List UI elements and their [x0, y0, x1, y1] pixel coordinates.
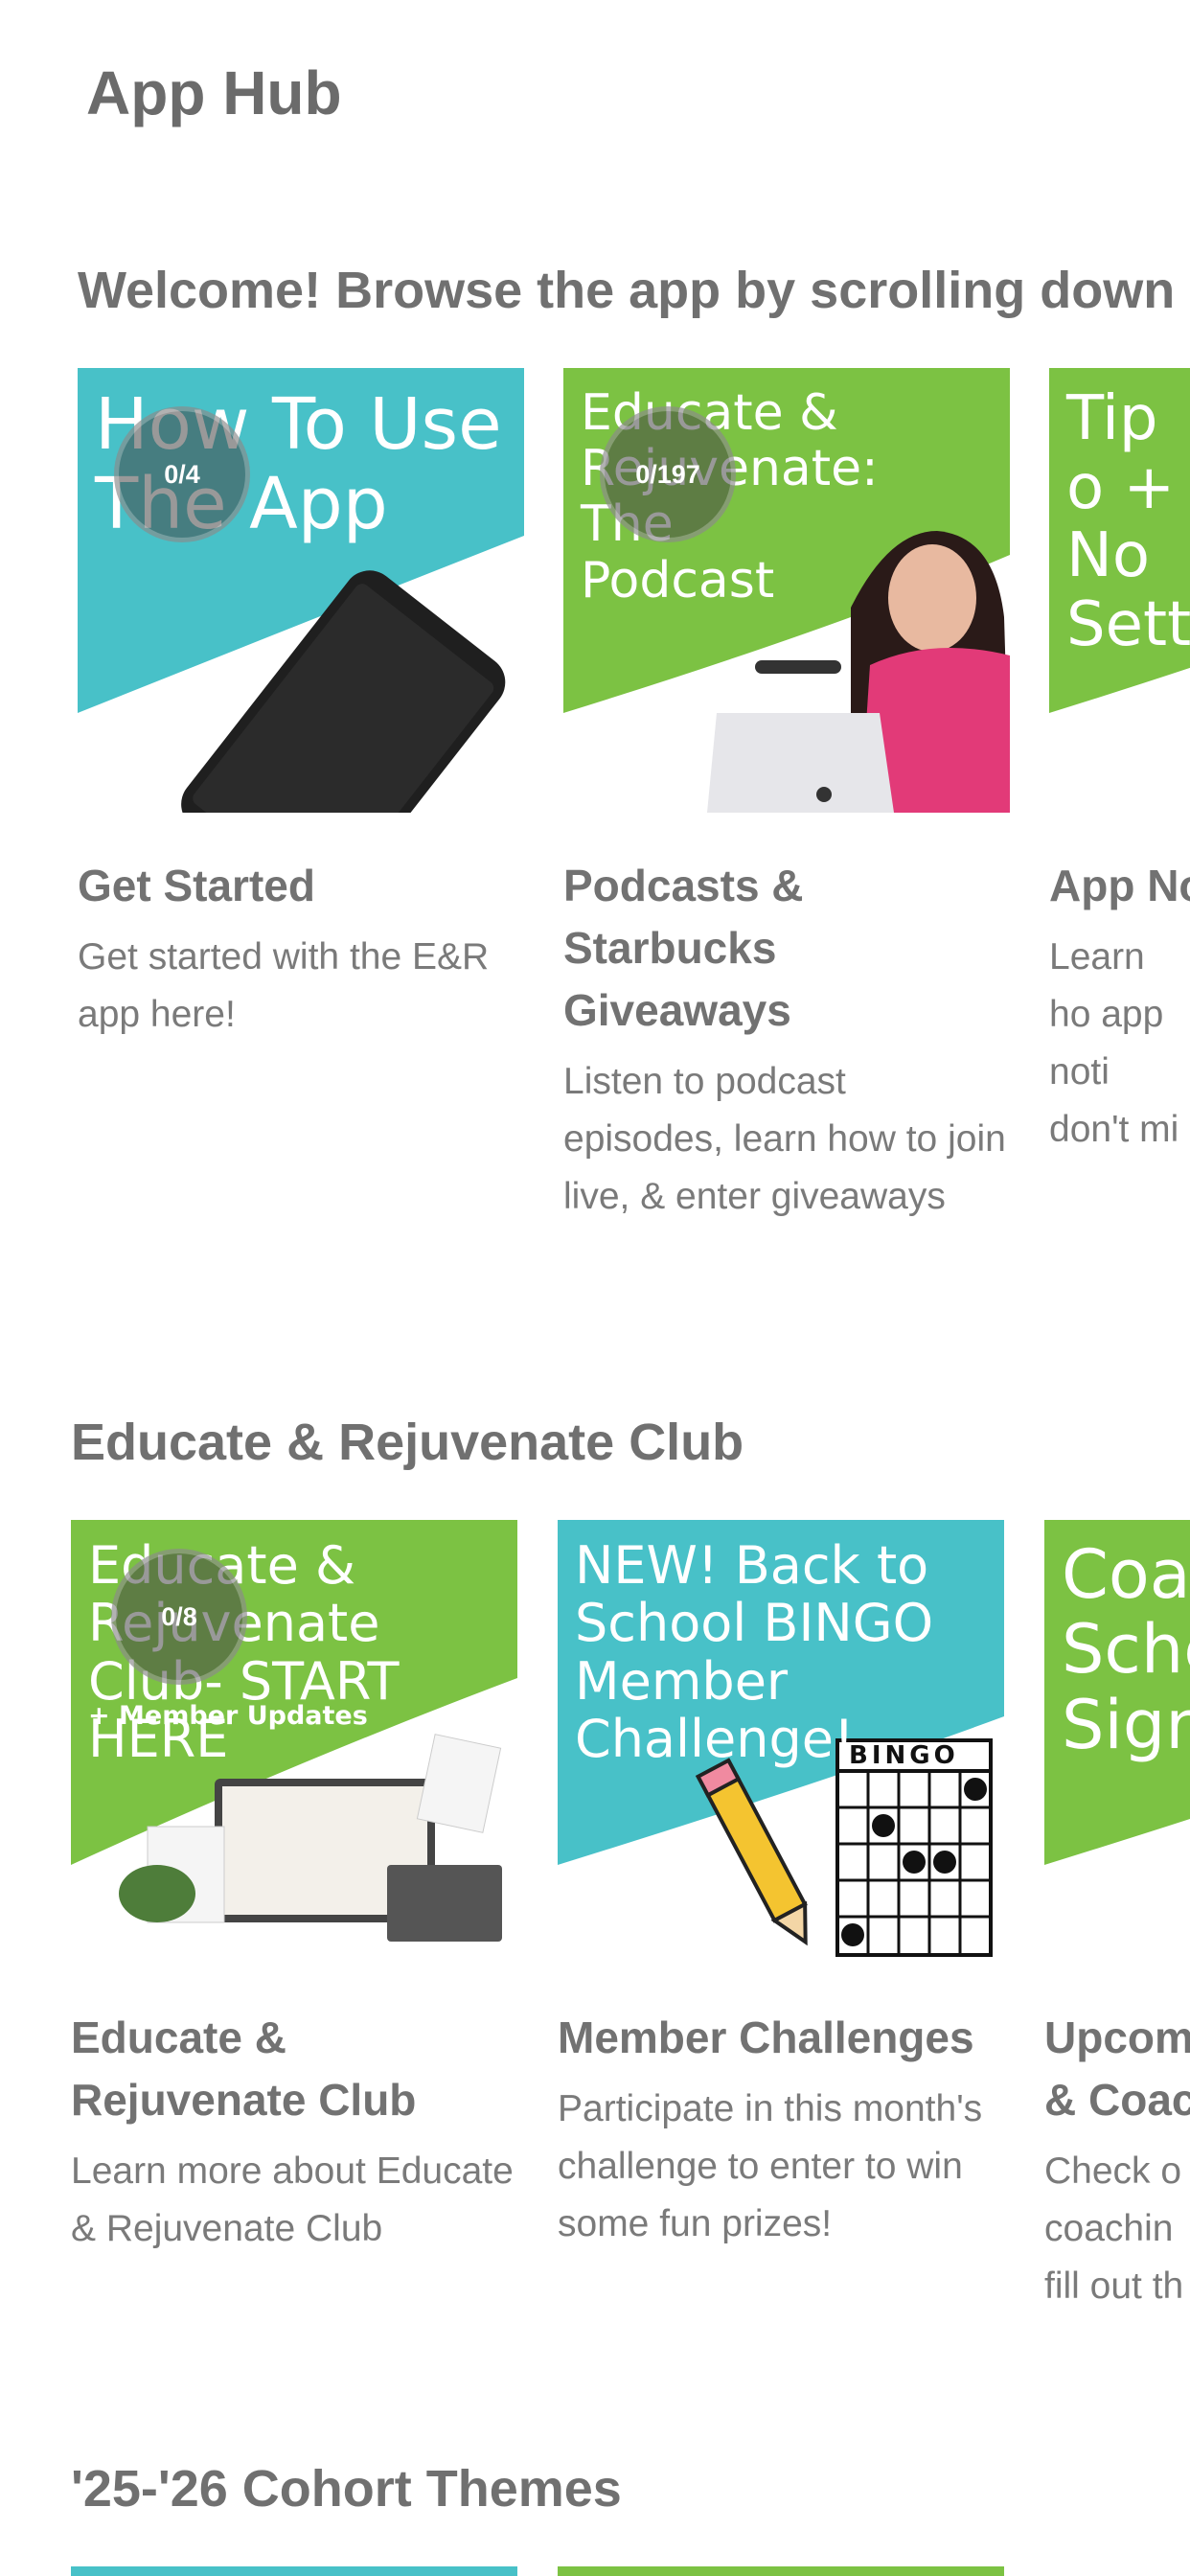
progress-badge: 0/197 — [600, 406, 736, 542]
card-thumbnail[interactable]: BINGO NEW! Back to School BINGO Member C… — [558, 1520, 1004, 1965]
section-title-club: Educate & Rejuvenate Club — [71, 1414, 744, 1471]
card-description: Participate in this month's challenge to… — [558, 2088, 983, 2244]
card-description: Get started with the E&R app here! — [78, 936, 490, 1035]
thumbnail-text: Tip o + No Settin — [1066, 383, 1190, 661]
thumbnail-subtext: + Member Updates — [88, 1701, 368, 1731]
card-upcoming-coaching[interactable]: Coa Sche Sign Upcom & Coac Check o coach… — [1044, 1520, 1190, 2315]
thumbnail-text: Coa Sche Sign — [1062, 1535, 1190, 1764]
bingo-card-icon — [835, 1738, 993, 1957]
progress-badge: 0/4 — [114, 406, 250, 542]
card-podcasts[interactable]: Educate & Rejuvenate: The Podcast 0/197 … — [563, 368, 1010, 1226]
cohort-card-thumbnail-top[interactable] — [71, 2566, 517, 2576]
thumbnail-text: NEW! Back to School BINGO Member Challen… — [575, 1535, 934, 1770]
card-member-challenges[interactable]: BINGO NEW! Back to School BINGO Member C… — [558, 1520, 1004, 2253]
app-hub-screen: App Hub Welcome! Browse the app by scrol… — [0, 0, 1190, 2576]
card-thumbnail[interactable]: Educate & Rejuvenate Club- START HERE + … — [71, 1520, 517, 1965]
card-description: Learn more about Educate & Rejuvenate Cl… — [71, 2150, 514, 2249]
card-title[interactable]: Educate & Rejuvenate Club — [71, 2007, 517, 2131]
card-description: Listen to podcast episodes, learn how to… — [563, 1061, 1006, 1217]
card-title[interactable]: Upcom & Coac — [1044, 2007, 1190, 2131]
card-app-notifications[interactable]: Tip o + No Settin App No Learn ho app no… — [1049, 368, 1190, 1159]
card-description: Check o coachin fill out th — [1044, 2150, 1184, 2307]
card-club[interactable]: Educate & Rejuvenate Club- START HERE + … — [71, 1520, 517, 2258]
card-thumbnail[interactable]: Tip o + No Settin — [1049, 368, 1190, 813]
card-get-started[interactable]: How To Use The App 0/4 Get Started Get s… — [78, 368, 524, 1044]
card-title[interactable]: App No — [1049, 855, 1190, 917]
section-title-welcome: Welcome! Browse the app by scrolling dow… — [78, 262, 1190, 319]
card-thumbnail[interactable]: Coa Sche Sign — [1044, 1520, 1190, 1965]
card-title[interactable]: Get Started — [78, 855, 524, 917]
section-title-cohort-themes: '25-'26 Cohort Themes — [71, 2460, 622, 2518]
cohort-card-thumbnail-top[interactable] — [558, 2566, 1004, 2576]
page-title: App Hub — [86, 58, 342, 127]
card-title[interactable]: Podcasts & Starbucks Giveaways — [563, 855, 1010, 1042]
progress-badge: 0/8 — [111, 1549, 247, 1685]
card-title[interactable]: Member Challenges — [558, 2007, 1004, 2069]
card-description: Learn ho app noti don't mi — [1049, 936, 1179, 1150]
card-thumbnail[interactable]: Educate & Rejuvenate: The Podcast 0/197 — [563, 368, 1010, 813]
card-thumbnail[interactable]: How To Use The App 0/4 — [78, 368, 524, 813]
